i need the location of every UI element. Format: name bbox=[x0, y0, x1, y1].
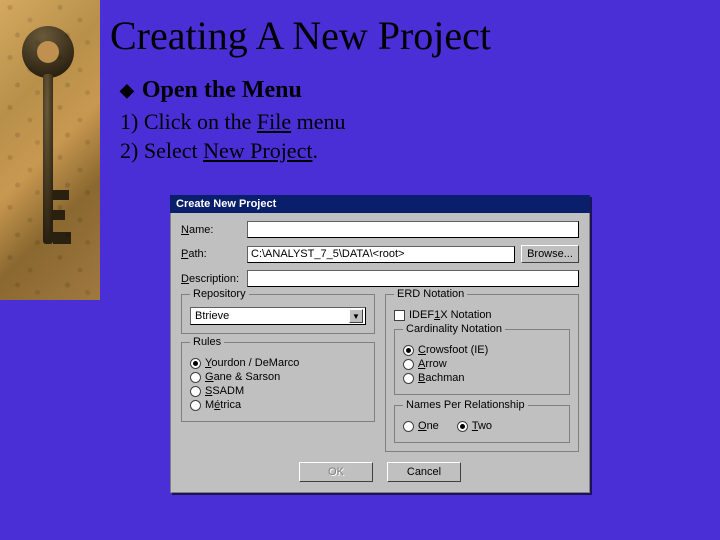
radio-icon bbox=[190, 400, 201, 411]
radio-icon bbox=[403, 373, 414, 384]
cardinality-option-arrow[interactable]: Arrow bbox=[403, 358, 561, 370]
names-per-relationship-group: Names Per Relationship One Two bbox=[394, 405, 570, 443]
repository-legend: Repository bbox=[190, 288, 249, 300]
rules-option-yourdon[interactable]: Yourdon / DeMarco bbox=[190, 357, 366, 369]
slide-subheading: Open the Menu bbox=[142, 77, 302, 104]
names-legend: Names Per Relationship bbox=[403, 399, 528, 411]
chevron-down-icon: ▼ bbox=[349, 309, 363, 323]
decorative-key-background bbox=[0, 0, 100, 300]
repository-group: Repository Btrieve ▼ bbox=[181, 294, 375, 334]
rules-option-metrica[interactable]: Métrica bbox=[190, 399, 366, 411]
radio-icon bbox=[190, 358, 201, 369]
browse-button[interactable]: Browse... bbox=[521, 245, 579, 263]
repository-selected-value: Btrieve bbox=[195, 310, 229, 322]
key-icon bbox=[18, 20, 78, 280]
cardinality-group: Cardinality Notation Crowsfoot (IE) Arro… bbox=[394, 329, 570, 395]
radio-icon bbox=[403, 345, 414, 356]
repository-select[interactable]: Btrieve ▼ bbox=[190, 307, 366, 325]
cardinality-option-bachman[interactable]: Bachman bbox=[403, 372, 561, 384]
rules-legend: Rules bbox=[190, 336, 224, 348]
radio-icon bbox=[457, 421, 468, 432]
step-1: 1) Click on the File menu bbox=[120, 108, 700, 137]
checkbox-icon bbox=[394, 310, 405, 321]
rules-option-ssadm[interactable]: SSADM bbox=[190, 385, 366, 397]
name-label: Name: bbox=[181, 224, 241, 236]
erd-legend: ERD Notation bbox=[394, 288, 467, 300]
path-input[interactable] bbox=[247, 246, 515, 263]
radio-icon bbox=[190, 386, 201, 397]
radio-icon bbox=[403, 359, 414, 370]
slide-title: Creating A New Project bbox=[110, 12, 700, 59]
diamond-bullet-icon: ◆ bbox=[120, 80, 134, 101]
cancel-button[interactable]: Cancel bbox=[387, 462, 461, 482]
path-label: Path: bbox=[181, 248, 241, 260]
cardinality-option-crowsfoot[interactable]: Crowsfoot (IE) bbox=[403, 344, 561, 356]
names-option-two[interactable]: Two bbox=[457, 420, 492, 432]
ok-button[interactable]: OK bbox=[299, 462, 373, 482]
description-label: Description: bbox=[181, 273, 241, 285]
name-input[interactable] bbox=[247, 221, 579, 238]
cardinality-legend: Cardinality Notation bbox=[403, 323, 505, 335]
create-project-dialog: Create New Project Name: Path: Browse...… bbox=[170, 195, 590, 493]
names-option-one[interactable]: One bbox=[403, 420, 439, 432]
dialog-titlebar[interactable]: Create New Project bbox=[170, 195, 590, 213]
erd-notation-group: ERD Notation IDEF1X Notation Cardinality… bbox=[385, 294, 579, 452]
radio-icon bbox=[190, 372, 201, 383]
radio-icon bbox=[403, 421, 414, 432]
rules-group: Rules Yourdon / DeMarco Gane & Sarson SS… bbox=[181, 342, 375, 422]
description-input[interactable] bbox=[247, 270, 579, 287]
rules-option-gane[interactable]: Gane & Sarson bbox=[190, 371, 366, 383]
idef1x-checkbox-row[interactable]: IDEF1X Notation bbox=[394, 309, 570, 321]
step-2: 2) Select New Project. bbox=[120, 137, 700, 166]
